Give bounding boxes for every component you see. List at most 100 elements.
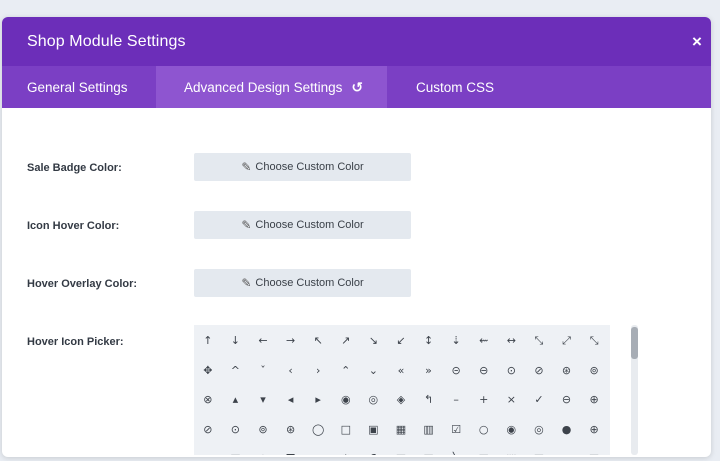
picker-icon[interactable]: ◎ <box>360 385 388 415</box>
picker-icon[interactable]: ⤡ <box>525 326 553 356</box>
picker-icon[interactable]: ▾ <box>249 385 277 415</box>
picker-icon[interactable]: ◉ <box>332 385 360 415</box>
picker-icon[interactable]: ↗ <box>332 326 360 356</box>
picker-icon[interactable]: ⊙ <box>222 415 250 445</box>
picker-icon[interactable]: ⊕ <box>580 385 608 415</box>
picker-icon[interactable]: ˇ <box>249 356 277 386</box>
close-icon[interactable]: × <box>687 17 707 66</box>
picker-icon[interactable]: ◰ <box>525 444 553 455</box>
picker-icon[interactable]: ⊕ <box>580 415 608 445</box>
picker-icon[interactable]: ⇣ <box>442 326 470 356</box>
picker-icon[interactable]: ☰ <box>277 444 305 455</box>
picker-icon[interactable]: ✥ <box>194 356 222 386</box>
picker-icon[interactable]: ⤢ <box>553 326 581 356</box>
hover-overlay-color-button[interactable]: ✎ Choose Custom Color <box>194 269 411 297</box>
picker-icon[interactable]: ↕ <box>415 326 443 356</box>
tab-label: General Settings <box>27 79 128 95</box>
picker-icon[interactable]: ☑ <box>442 415 470 445</box>
picker-icon[interactable]: ⊘ <box>194 415 222 445</box>
picker-icon[interactable]: ▬ <box>553 444 581 455</box>
eyedropper-icon: ✎ <box>241 218 252 232</box>
button-label: Choose Custom Color <box>255 161 364 173</box>
picker-icon[interactable]: » <box>415 356 443 386</box>
picker-icon[interactable]: ✓ <box>525 385 553 415</box>
picker-icon[interactable]: ↙ <box>387 326 415 356</box>
modal-title: Shop Module Settings <box>27 32 186 50</box>
picker-icon[interactable]: ↰ <box>415 385 443 415</box>
sale-badge-color-button[interactable]: ✎ Choose Custom Color <box>194 153 411 181</box>
picker-icon[interactable]: ⊝ <box>442 356 470 386</box>
picker-icon[interactable]: ⚗ <box>360 444 388 455</box>
picker-icon[interactable]: ⊚ <box>580 356 608 386</box>
tab-label: Custom CSS <box>416 79 495 95</box>
picker-icon[interactable]: ▧ <box>387 444 415 455</box>
picker-icon[interactable]: ◍ <box>249 444 277 455</box>
picker-icon[interactable]: ↘ <box>360 326 388 356</box>
picker-icon[interactable]: ▸ <box>304 385 332 415</box>
picker-icon[interactable]: ⊚ <box>249 415 277 445</box>
icon-picker: ↑ ↓ ← → ↖ ↗ ↘ ↙ ↕ ⇣ ⇜ ↔ ⤡ ⤢ ⤡ ✥ ^ ˇ ‹ › ⌃ ⌄ «» ⊝ ⊖ ⊙ ⊘ ⊛ ⊚ ⊗ ▴ ▾ ◂ ▸ ◉ ◎ ◈ ↰ –… <box>194 325 610 455</box>
picker-icon[interactable]: ⊗ <box>194 385 222 415</box>
picker-icon[interactable]: ◈ <box>387 385 415 415</box>
icon-picker-scrollbar[interactable] <box>631 325 638 455</box>
picker-icon[interactable]: ↓ <box>222 326 250 356</box>
picker-icon[interactable]: « <box>387 356 415 386</box>
picker-icon[interactable]: ^ <box>222 356 250 386</box>
picker-icon[interactable]: ◪ <box>470 444 498 455</box>
picker-icon[interactable]: – <box>442 385 470 415</box>
picker-icon[interactable]: ⇜ <box>470 326 498 356</box>
picker-icon[interactable]: ▴ <box>222 385 250 415</box>
picker-icon[interactable]: ‹ <box>277 356 305 386</box>
picker-icon[interactable]: ⊙ <box>498 356 526 386</box>
picker-icon[interactable]: › <box>304 356 332 386</box>
modal-header: Shop Module Settings × <box>2 17 711 66</box>
picker-icon[interactable]: ↖ <box>304 326 332 356</box>
picker-icon[interactable]: ⊖ <box>470 356 498 386</box>
picker-icon[interactable]: ╲ <box>442 444 470 455</box>
picker-icon[interactable]: ↑ <box>194 326 222 356</box>
picker-icon[interactable]: □ <box>332 415 360 445</box>
picker-icon[interactable]: ○ <box>470 415 498 445</box>
tab-general-settings[interactable]: General Settings <box>2 66 156 108</box>
eyedropper-icon: ✎ <box>241 160 252 174</box>
picker-icon[interactable]: × <box>498 385 526 415</box>
settings-body: Sale Badge Color: ✎ Choose Custom Color … <box>2 108 711 457</box>
picker-icon[interactable]: ⌄ <box>360 356 388 386</box>
picker-icon[interactable]: ▥ <box>415 415 443 445</box>
picker-icon[interactable]: + <box>470 385 498 415</box>
picker-icon[interactable]: ≡ <box>194 444 222 455</box>
picker-icon[interactable]: ● <box>553 415 581 445</box>
button-label: Choose Custom Color <box>255 219 364 231</box>
icon-hover-color-button[interactable]: ✎ Choose Custom Color <box>194 211 411 239</box>
picker-icon[interactable]: ◉ <box>498 415 526 445</box>
picker-icon[interactable]: ◎ <box>525 415 553 445</box>
tab-custom-css[interactable]: Custom CSS <box>387 66 494 108</box>
picker-icon[interactable]: ▦ <box>387 415 415 445</box>
reset-icon[interactable]: ↺ <box>351 79 363 96</box>
picker-icon[interactable]: ↔ <box>498 326 526 356</box>
picker-icon[interactable]: ▣ <box>360 415 388 445</box>
picker-icon[interactable]: ▨ <box>415 444 443 455</box>
picker-icon[interactable]: ⤡ <box>580 326 608 356</box>
picker-icon[interactable]: ← <box>249 326 277 356</box>
eyedropper-icon: ✎ <box>241 276 252 290</box>
scrollbar-thumb[interactable] <box>631 327 638 359</box>
picker-icon[interactable]: ◫ <box>580 444 608 455</box>
settings-modal: Shop Module Settings × General Settings … <box>2 17 711 457</box>
picker-icon[interactable]: ≣ <box>304 444 332 455</box>
picker-icon[interactable]: ⬚ <box>498 444 526 455</box>
picker-icon[interactable]: ⊛ <box>553 356 581 386</box>
picker-icon[interactable]: ⊖ <box>553 385 581 415</box>
picker-icon[interactable]: ⊛ <box>277 415 305 445</box>
picker-icon[interactable]: ◂ <box>277 385 305 415</box>
picker-icon[interactable]: ⌃ <box>332 356 360 386</box>
icon-grid: ↑ ↓ ← → ↖ ↗ ↘ ↙ ↕ ⇣ ⇜ ↔ ⤡ ⤢ ⤡ ✥ ^ ˇ ‹ › ⌃ ⌄ «» ⊝ ⊖ ⊙ ⊘ ⊛ ⊚ ⊗ ▴ ▾ ◂ ▸ ◉ ◎ ◈ ↰ –… <box>194 325 610 455</box>
tab-advanced-design-settings[interactable]: Advanced Design Settings ↺ <box>156 66 387 108</box>
icon-hover-color-label: Icon Hover Color: <box>27 220 120 232</box>
picker-icon[interactable]: → <box>277 326 305 356</box>
picker-icon[interactable]: ▤ <box>222 444 250 455</box>
picker-icon[interactable]: ⊘ <box>525 356 553 386</box>
hover-overlay-color-label: Hover Overlay Color: <box>27 278 138 290</box>
picker-icon[interactable]: ⚖ <box>332 444 360 455</box>
picker-icon[interactable]: ◯ <box>304 415 332 445</box>
